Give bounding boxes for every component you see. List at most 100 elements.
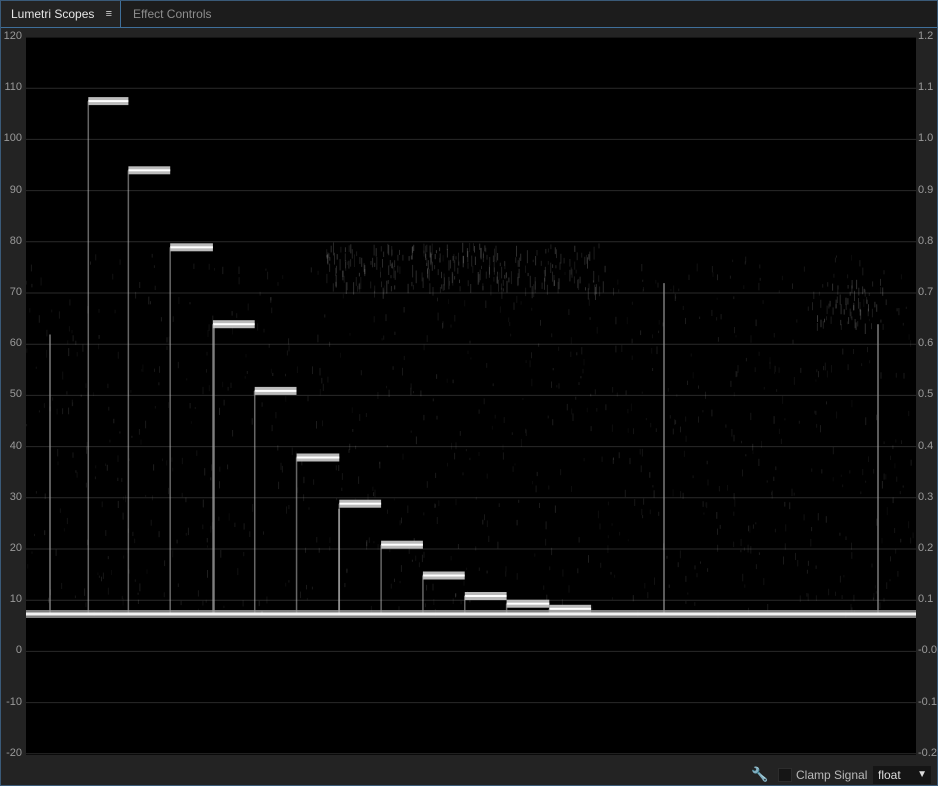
waveform-noise [101, 501, 103, 508]
tab-lumetri-scopes[interactable]: Lumetri Scopes ≡ [1, 1, 121, 27]
waveform-band [832, 307, 834, 315]
waveform-noise [475, 496, 477, 500]
waveform-noise [228, 513, 230, 521]
waveform-noise [206, 369, 207, 373]
waveform-noise [452, 379, 454, 384]
chevron-down-icon: ▼ [917, 769, 927, 780]
waveform-band [451, 271, 453, 284]
waveform-noise [778, 290, 780, 293]
waveform-noise [122, 598, 124, 606]
waveform-noise [130, 390, 132, 393]
waveform-band [835, 299, 837, 309]
waveform-noise [842, 348, 844, 355]
waveform-noise [733, 392, 735, 397]
waveform-noise [685, 575, 687, 582]
waveform-band [872, 281, 874, 287]
panel-menu-icon[interactable]: ≡ [106, 1, 112, 27]
waveform-noise [590, 393, 592, 397]
waveform-noise [142, 364, 144, 372]
right-axis-tick: 0.2 [918, 542, 934, 554]
waveform-noise [383, 335, 385, 340]
waveform-noise [774, 365, 776, 372]
waveform-noise [629, 457, 631, 465]
waveform-noise [865, 417, 867, 426]
waveform-noise [612, 387, 614, 393]
waveform-noise [773, 476, 775, 481]
waveform-noise [885, 474, 887, 480]
waveform-noise [472, 265, 474, 274]
right-axis-tick: 0.9 [918, 183, 934, 196]
waveform-noise [423, 414, 425, 421]
waveform-noise [897, 571, 899, 577]
waveform-noise [410, 387, 412, 396]
format-select[interactable]: float ▼ [873, 766, 931, 784]
waveform-noise [564, 271, 566, 276]
waveform-band [486, 254, 488, 260]
clamp-signal-checkbox[interactable] [778, 768, 792, 782]
waveform-band [824, 318, 825, 323]
waveform-noise [673, 285, 675, 293]
waveform-noise [737, 365, 739, 373]
left-axis-tick: 120 [3, 30, 22, 42]
waveform-noise [551, 333, 553, 338]
waveform-noise [329, 341, 331, 347]
waveform-noise [412, 284, 414, 290]
waveform-noise [355, 445, 357, 450]
waveform-noise [410, 430, 412, 433]
waveform-noise [696, 573, 698, 578]
waveform-band [868, 304, 869, 312]
waveform-noise [426, 258, 428, 263]
waveform-noise [360, 370, 362, 376]
waveform-band [373, 244, 375, 256]
waveform-noise [67, 340, 69, 345]
waveform-noise [424, 603, 426, 608]
waveform-band [484, 245, 486, 252]
waveform-noise [685, 435, 687, 442]
waveform-noise [538, 343, 540, 347]
waveform-noise [202, 386, 204, 395]
waveform-noise [455, 499, 457, 506]
waveform-noise [187, 527, 189, 536]
waveform-band [559, 262, 561, 270]
waveform-noise [642, 515, 644, 519]
waveform-noise [437, 297, 438, 302]
waveform-band [407, 283, 409, 294]
waveform-noise [366, 541, 368, 550]
waveform-band [506, 280, 508, 293]
tab-effect-controls[interactable]: Effect Controls [123, 1, 221, 27]
waveform-noise [46, 329, 48, 337]
waveform-noise [615, 316, 617, 325]
waveform-noise [876, 414, 877, 421]
waveform-band [828, 303, 830, 309]
waveform-noise [750, 335, 752, 343]
waveform-noise [698, 416, 699, 423]
waveform-noise [245, 353, 247, 358]
waveform-noise [316, 421, 317, 429]
waveform-noise [219, 407, 220, 415]
waveform-band [429, 283, 431, 294]
waveform-noise [889, 579, 891, 582]
waveform-noise [158, 382, 160, 386]
waveform-noise [379, 267, 381, 272]
waveform-noise [71, 330, 73, 334]
waveform-band [364, 269, 366, 277]
waveform-band [421, 272, 423, 282]
waveform-band [459, 279, 460, 284]
waveform-noise [342, 293, 344, 299]
waveform-noise [881, 537, 883, 544]
waveform-noise [80, 394, 82, 397]
waveform-noise [532, 259, 534, 263]
waveform-band [348, 245, 350, 252]
waveform-noise [571, 486, 572, 492]
waveform-noise [540, 319, 541, 326]
waveform-noise [745, 256, 747, 263]
waveform-noise [643, 498, 645, 505]
waveform-noise [853, 594, 855, 602]
waveform-noise [639, 448, 641, 455]
waveform-noise [582, 368, 584, 374]
waveform-noise [222, 266, 224, 275]
waveform-band [390, 275, 392, 279]
wrench-icon[interactable]: 🔧 [751, 766, 768, 783]
waveform-noise [641, 264, 643, 272]
waveform-noise [223, 399, 225, 406]
